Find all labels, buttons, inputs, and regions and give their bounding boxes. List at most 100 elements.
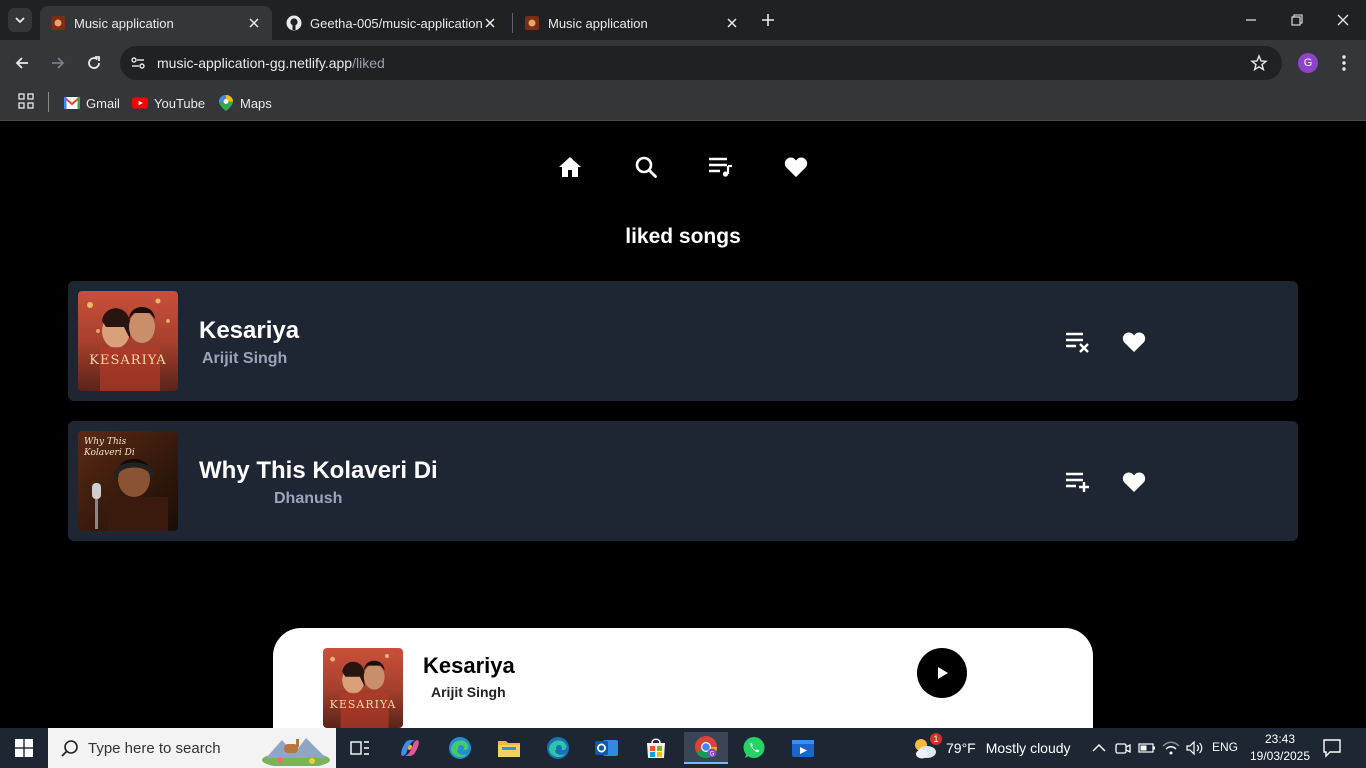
home-icon[interactable] (556, 153, 584, 181)
address-bar[interactable]: music-application-gg.netlify.app/liked (120, 46, 1282, 80)
weather-widget[interactable]: 1 79°F Mostly cloudy (912, 728, 1071, 768)
bookmarks-bar: Gmail YouTube Maps (0, 86, 1366, 121)
close-icon[interactable] (246, 15, 262, 31)
restore-button[interactable] (1274, 0, 1320, 40)
youtube-icon (132, 95, 148, 111)
song-title: Kesariya (199, 317, 300, 344)
edge-beta-icon[interactable] (538, 732, 578, 764)
reload-button[interactable] (82, 51, 106, 75)
player-song-title: Kesariya (423, 653, 515, 678)
album-art-caption: KESARIYA (329, 698, 397, 711)
minimize-button[interactable] (1228, 0, 1274, 40)
apps-grid-icon[interactable] (18, 93, 34, 109)
media-app-icon[interactable] (783, 732, 823, 764)
playlist-remove-icon[interactable] (1065, 329, 1091, 355)
heart-icon[interactable] (782, 153, 810, 181)
album-art-kolaveri: Why This Kolaveri Di (78, 431, 178, 531)
search-icon[interactable] (632, 153, 660, 181)
weather-temp: 79°F (946, 740, 976, 756)
url-text: music-application-gg.netlify.app/liked (157, 55, 385, 71)
new-tab-button[interactable] (758, 10, 778, 30)
input-language-indicator[interactable]: ENG (1212, 740, 1238, 754)
heart-icon[interactable] (1121, 329, 1147, 355)
play-button[interactable] (917, 648, 967, 698)
close-icon[interactable] (482, 15, 498, 31)
search-icon (60, 738, 80, 758)
playlist-icon[interactable] (707, 153, 735, 181)
bookmark-youtube[interactable]: YouTube (132, 92, 205, 114)
app-nav-bar (556, 153, 816, 181)
gmail-icon (64, 95, 80, 111)
system-clock[interactable]: 23:43 19/03/2025 (1248, 731, 1312, 765)
volume-icon[interactable] (1186, 740, 1204, 756)
chevron-down-icon (15, 17, 25, 24)
page-title: liked songs (625, 225, 741, 248)
tab-title: Music application (74, 15, 174, 31)
copilot-icon[interactable] (390, 732, 430, 764)
outlook-icon[interactable] (587, 732, 627, 764)
heart-icon[interactable] (1121, 469, 1147, 495)
taskbar-search-box[interactable]: Type here to search (48, 728, 336, 768)
album-art-caption: KESARIYA (89, 353, 167, 368)
windows-taskbar: Type here to search G 1 79°F Mostly clou… (0, 728, 1366, 768)
playlist-add-icon[interactable] (1065, 469, 1091, 495)
tab-music-application-active[interactable]: Music application (40, 6, 272, 40)
minimize-icon (1246, 19, 1256, 21)
browser-menu-button[interactable] (1334, 53, 1354, 73)
tab-search-button[interactable] (8, 8, 32, 32)
music-app-page: liked songs KESARIYA Kesariya Arijit Sin… (0, 121, 1366, 748)
bookmark-label: Gmail (86, 95, 120, 111)
github-icon (286, 15, 302, 31)
bookmark-maps[interactable]: Maps (218, 92, 272, 114)
music-app-favicon-icon (524, 15, 540, 31)
notification-center-icon[interactable] (1322, 738, 1344, 758)
bookmarks-divider (48, 92, 49, 112)
partly-cloudy-icon: 1 (912, 733, 942, 761)
meet-now-icon[interactable] (1114, 740, 1132, 756)
window-close-button[interactable] (1320, 0, 1366, 40)
chevron-up-icon[interactable] (1090, 740, 1108, 756)
close-icon[interactable] (724, 15, 740, 31)
song-card[interactable]: Why This Kolaveri Di Why This Kolaveri D… (68, 421, 1298, 541)
forward-button[interactable] (46, 51, 70, 75)
site-settings-icon[interactable] (128, 53, 148, 73)
svg-text:G: G (710, 752, 715, 758)
chrome-icon[interactable]: G (684, 732, 728, 764)
browser-tab-strip: Music application Geetha-005/music-appli… (0, 0, 1366, 40)
player-album-art: KESARIYA (323, 648, 403, 728)
restore-icon (1291, 14, 1303, 26)
tab-github-repo[interactable]: Geetha-005/music-application (276, 6, 508, 40)
file-explorer-icon[interactable] (489, 732, 529, 764)
browser-toolbar: music-application-gg.netlify.app/liked G (0, 40, 1366, 86)
weather-condition: Mostly cloudy (985, 740, 1071, 756)
song-artist: Arijit Singh (202, 350, 288, 367)
song-card[interactable]: KESARIYA Kesariya Arijit Singh (68, 281, 1298, 401)
wifi-icon[interactable] (1162, 740, 1180, 756)
search-placeholder: Type here to search (88, 739, 221, 757)
player-song-artist: Arijit Singh (431, 684, 506, 700)
edge-icon[interactable] (440, 732, 480, 764)
play-icon (938, 667, 948, 679)
windows-logo-icon (15, 739, 33, 757)
bookmark-gmail[interactable]: Gmail (64, 92, 120, 114)
microsoft-store-icon[interactable] (636, 732, 676, 764)
clock-time: 23:43 (1264, 732, 1296, 746)
bookmark-label: Maps (240, 95, 272, 111)
battery-icon[interactable] (1138, 740, 1156, 756)
bookmark-star-icon[interactable] (1250, 54, 1268, 72)
tab-music-application[interactable]: Music application (514, 6, 750, 40)
url-path: /liked (352, 55, 385, 71)
task-view-icon[interactable] (340, 732, 380, 764)
profile-avatar[interactable]: G (1298, 53, 1318, 73)
song-artist: Dhanush (274, 490, 343, 507)
tab-divider (512, 13, 513, 33)
plus-icon (762, 14, 774, 26)
whatsapp-icon[interactable] (734, 732, 774, 764)
weather-badge: 1 (930, 733, 942, 745)
tab-title: Music application (548, 15, 648, 31)
start-button[interactable] (0, 728, 48, 768)
url-host: music-application-gg.netlify.app (157, 55, 353, 71)
song-title: Why This Kolaveri Di (199, 457, 438, 484)
tab-title: Geetha-005/music-application (310, 15, 482, 31)
back-button[interactable] (10, 51, 34, 75)
